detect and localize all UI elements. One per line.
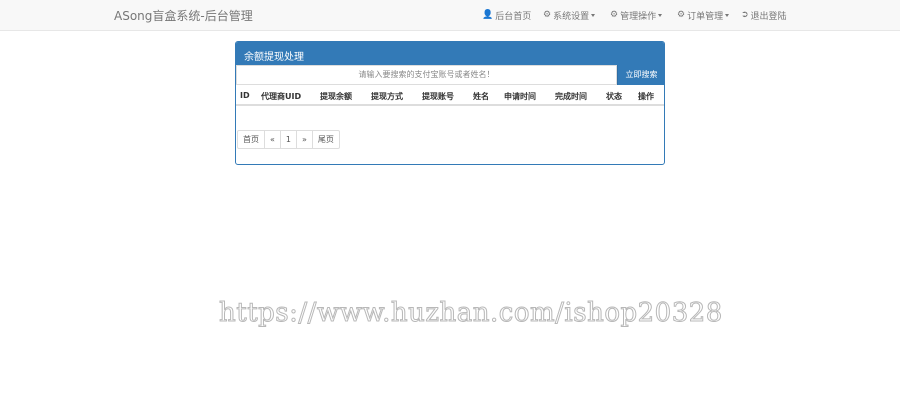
column-header: ID bbox=[240, 91, 250, 100]
nav-system-settings[interactable]: ⚙ 系统设置 bbox=[543, 9, 596, 22]
page-last[interactable]: 尾页 bbox=[311, 130, 340, 149]
page-next[interactable]: » bbox=[296, 130, 313, 149]
nav-management-label: 管理操作 bbox=[620, 12, 657, 22]
page-number[interactable]: 1 bbox=[279, 130, 297, 149]
column-header: 姓名 bbox=[473, 92, 489, 101]
top-navbar: ASong盲盒系统-后台管理 👤 后台首页 ⚙ 系统设置 ⚙ 管理操作 ⚙ 订单… bbox=[0, 0, 900, 31]
column-header: 状态 bbox=[606, 92, 622, 101]
pagination: 首页 « 1 » 尾页 bbox=[237, 130, 340, 149]
nav-logout[interactable]: ➲ 退出登陆 bbox=[741, 9, 787, 23]
nav-logout-label: 退出登陆 bbox=[750, 12, 787, 22]
nav-orders[interactable]: ⚙ 订单管理 bbox=[677, 9, 730, 22]
column-header: 提现账号 bbox=[422, 92, 454, 101]
watermark-text: https://www.huzhan.com/ishop20328 bbox=[219, 298, 723, 329]
panel-title: 余额提现处理 bbox=[236, 42, 664, 65]
user-icon: 👤 bbox=[482, 10, 494, 20]
page-prev[interactable]: « bbox=[264, 130, 281, 149]
column-header: 完成时间 bbox=[555, 92, 587, 101]
table-header: ID 代理商UID 提现余额 提现方式 提现账号 姓名 申请时间 完成时间 状态… bbox=[236, 86, 664, 106]
caret-down-icon bbox=[658, 14, 663, 17]
column-header: 申请时间 bbox=[504, 92, 536, 101]
gear-icon: ⚙ bbox=[610, 10, 619, 20]
nav-system-settings-label: 系统设置 bbox=[553, 12, 590, 22]
gear-icon: ⚙ bbox=[543, 10, 552, 20]
search-button[interactable]: 立即搜索 bbox=[617, 65, 664, 85]
nav-management[interactable]: ⚙ 管理操作 bbox=[610, 9, 663, 22]
nav-orders-label: 订单管理 bbox=[687, 12, 724, 22]
column-header: 提现余额 bbox=[320, 92, 352, 101]
nav-home[interactable]: 👤 后台首页 bbox=[482, 9, 532, 23]
caret-down-icon bbox=[591, 14, 596, 17]
brand-title[interactable]: ASong盲盒系统-后台管理 bbox=[114, 7, 253, 24]
search-bar: 请输入要搜索的支付宝账号或者姓名！ 立即搜索 bbox=[236, 65, 664, 86]
nav-home-label: 后台首页 bbox=[495, 12, 532, 22]
page-first[interactable]: 首页 bbox=[237, 130, 265, 149]
search-input[interactable]: 请输入要搜索的支付宝账号或者姓名！ bbox=[236, 65, 617, 85]
gear-icon: ⚙ bbox=[677, 10, 686, 20]
logout-icon: ➲ bbox=[741, 10, 749, 20]
column-header: 操作 bbox=[638, 92, 654, 101]
caret-down-icon bbox=[725, 14, 730, 17]
column-header: 提现方式 bbox=[371, 92, 403, 101]
column-header: 代理商UID bbox=[261, 92, 302, 101]
